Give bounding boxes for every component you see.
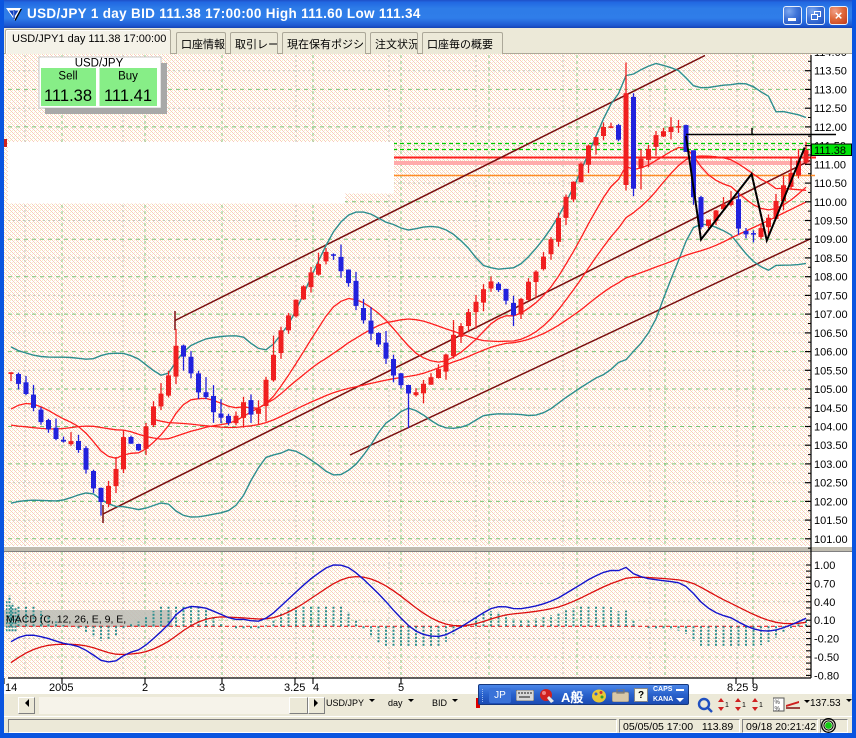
svg-text:102.00: 102.00	[814, 496, 848, 508]
svg-text:109.50: 109.50	[814, 216, 848, 228]
svg-text:1: 1	[742, 702, 746, 709]
svg-text:103.00: 103.00	[814, 459, 848, 471]
svg-text:1: 1	[759, 702, 763, 709]
svg-text:114.00: 114.00	[814, 54, 847, 59]
svg-text:3.25: 3.25	[284, 682, 305, 694]
svg-text:0.40: 0.40	[814, 597, 835, 609]
svg-text:113.50: 113.50	[814, 66, 847, 78]
svg-text:104.50: 104.50	[814, 403, 848, 415]
svg-text:113.00: 113.00	[814, 84, 847, 96]
svg-text:5: 5	[398, 682, 404, 694]
svg-text:108.50: 108.50	[814, 253, 848, 265]
svg-text:103.50: 103.50	[814, 440, 848, 452]
svg-text:104.00: 104.00	[814, 422, 848, 434]
svg-text:.14: .14	[4, 682, 17, 694]
svg-text:8.25: 8.25	[727, 682, 748, 694]
svg-text:-0.50: -0.50	[814, 652, 839, 664]
svg-text:102.50: 102.50	[814, 478, 848, 490]
svg-text:101.00: 101.00	[814, 534, 848, 546]
svg-text:%: %	[775, 707, 781, 713]
svg-text:1: 1	[725, 702, 729, 709]
svg-text:110.50: 110.50	[814, 178, 847, 190]
svg-text:4: 4	[313, 682, 319, 694]
svg-text:106.00: 106.00	[814, 347, 848, 359]
svg-text:2: 2	[142, 682, 148, 694]
svg-text:USD/JPY: USD/JPY	[75, 58, 124, 70]
svg-text:112.00: 112.00	[814, 122, 847, 134]
svg-text:111.00: 111.00	[814, 159, 846, 171]
svg-text:3: 3	[219, 682, 225, 694]
svg-text:111.41: 111.41	[104, 87, 152, 105]
svg-text:0.70: 0.70	[814, 578, 835, 590]
svg-text:109.00: 109.00	[814, 234, 848, 246]
svg-text:1.00: 1.00	[814, 560, 835, 572]
svg-text:0.10: 0.10	[814, 615, 835, 627]
svg-text:112.50: 112.50	[814, 103, 847, 115]
svg-text:9: 9	[752, 682, 758, 694]
svg-text:Sell: Sell	[58, 71, 77, 83]
svg-text:MACD (C, 12, 26, E, 9, E,: MACD (C, 12, 26, E, 9, E,	[6, 614, 126, 626]
svg-text:Buy: Buy	[118, 71, 138, 83]
svg-text:107.50: 107.50	[814, 290, 848, 302]
svg-text:111.38: 111.38	[814, 145, 846, 157]
svg-text:108.00: 108.00	[814, 272, 848, 284]
svg-text:105.50: 105.50	[814, 365, 848, 377]
svg-text:110.00: 110.00	[814, 197, 847, 209]
svg-text:2005: 2005	[49, 682, 73, 694]
svg-text:-0.80: -0.80	[814, 670, 839, 682]
svg-text:105.00: 105.00	[814, 384, 848, 396]
svg-text:111.38: 111.38	[44, 87, 92, 105]
svg-text:101.50: 101.50	[814, 515, 848, 527]
svg-text:-0.20: -0.20	[814, 634, 839, 646]
svg-text:%: %	[775, 700, 781, 706]
svg-text:107.00: 107.00	[814, 309, 848, 321]
svg-text:106.50: 106.50	[814, 328, 848, 340]
